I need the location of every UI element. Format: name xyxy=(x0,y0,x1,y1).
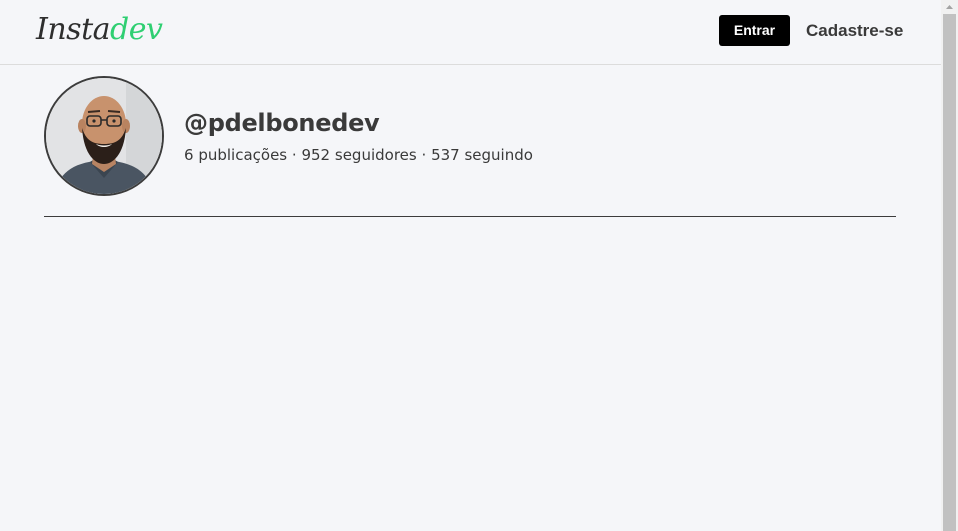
avatar-photo xyxy=(46,78,162,194)
stats-separator: · xyxy=(421,146,427,164)
posts-count: 6 xyxy=(184,146,194,164)
login-button[interactable]: Entrar xyxy=(719,15,790,46)
page: Instadev Entrar Cadastre-se @pdelbonedev… xyxy=(0,0,958,531)
scroll-up-arrow-icon[interactable] xyxy=(941,0,958,14)
profile-stats: 6 publicações · 952 seguidores · 537 seg… xyxy=(184,145,533,165)
profile-divider xyxy=(44,216,896,217)
followers-count: 952 xyxy=(301,146,331,164)
scrollbar-thumb[interactable] xyxy=(943,14,956,531)
top-navbar: Instadev Entrar Cadastre-se xyxy=(0,0,941,65)
following-count: 537 xyxy=(431,146,460,164)
profile-username: @pdelbonedev xyxy=(184,109,380,137)
signup-link[interactable]: Cadastre-se xyxy=(806,20,903,42)
posts-label: publicações xyxy=(198,146,288,164)
stats-separator: · xyxy=(291,146,297,164)
profile-avatar xyxy=(44,76,164,196)
followers-label: seguidores xyxy=(334,146,417,164)
app-logo[interactable]: Instadev xyxy=(36,10,163,50)
logo-text-dev: dev xyxy=(110,12,163,47)
logo-text-insta: Insta xyxy=(36,12,111,47)
following-label: seguindo xyxy=(464,146,533,164)
